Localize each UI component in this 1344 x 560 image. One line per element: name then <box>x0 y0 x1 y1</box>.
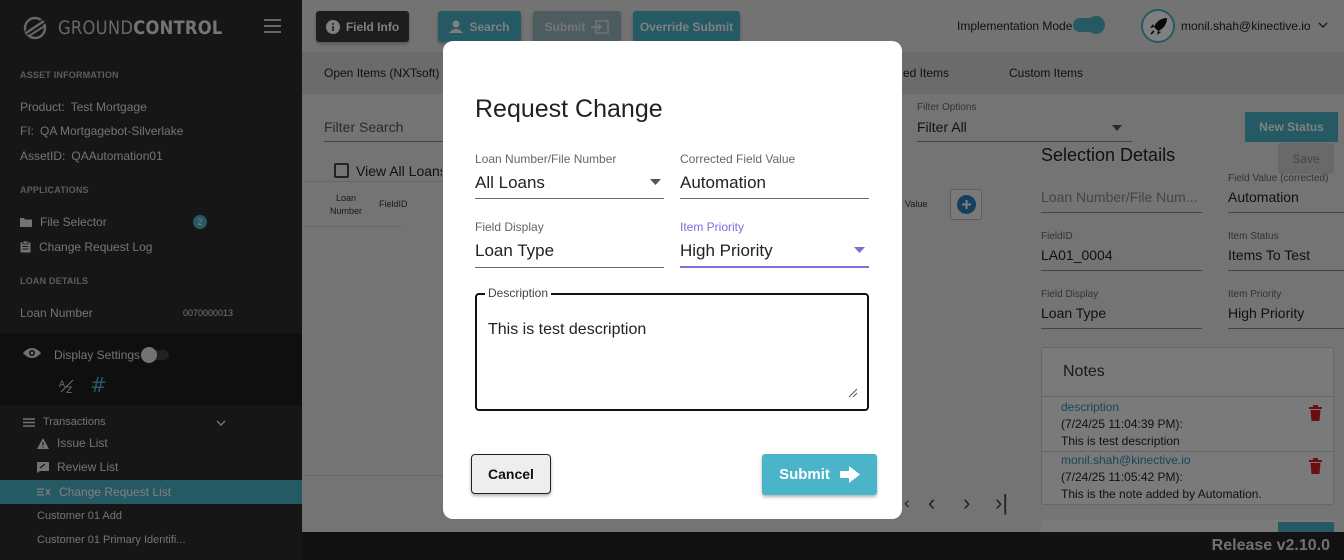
field-display-label: Field Display <box>475 220 544 234</box>
request-change-dialog: Request Change Loan Number/File Number A… <box>443 41 902 519</box>
field-display-input[interactable]: Loan Type <box>475 241 554 261</box>
corrected-field-value-label: Corrected Field Value <box>680 152 796 166</box>
description-value: This is test description <box>488 321 647 338</box>
loan-number-label: Loan Number/File Number <box>475 152 617 166</box>
arrow-right-icon <box>839 466 860 483</box>
loan-select-caret-down-icon <box>650 179 661 185</box>
corrected-field-value-input[interactable]: Automation <box>680 173 766 193</box>
priority-caret-down-icon <box>854 247 865 253</box>
submit-button[interactable]: Submit <box>762 454 877 495</box>
cancel-button[interactable]: Cancel <box>471 454 551 494</box>
loan-number-select[interactable]: All Loans <box>475 173 545 193</box>
resize-handle-icon[interactable] <box>848 388 857 397</box>
description-label: Description <box>485 286 552 300</box>
description-textarea[interactable]: Description This is test description <box>475 286 869 411</box>
item-priority-label: Item Priority <box>680 220 745 234</box>
dialog-title: Request Change <box>475 95 663 123</box>
item-priority-select[interactable]: High Priority <box>680 241 773 261</box>
